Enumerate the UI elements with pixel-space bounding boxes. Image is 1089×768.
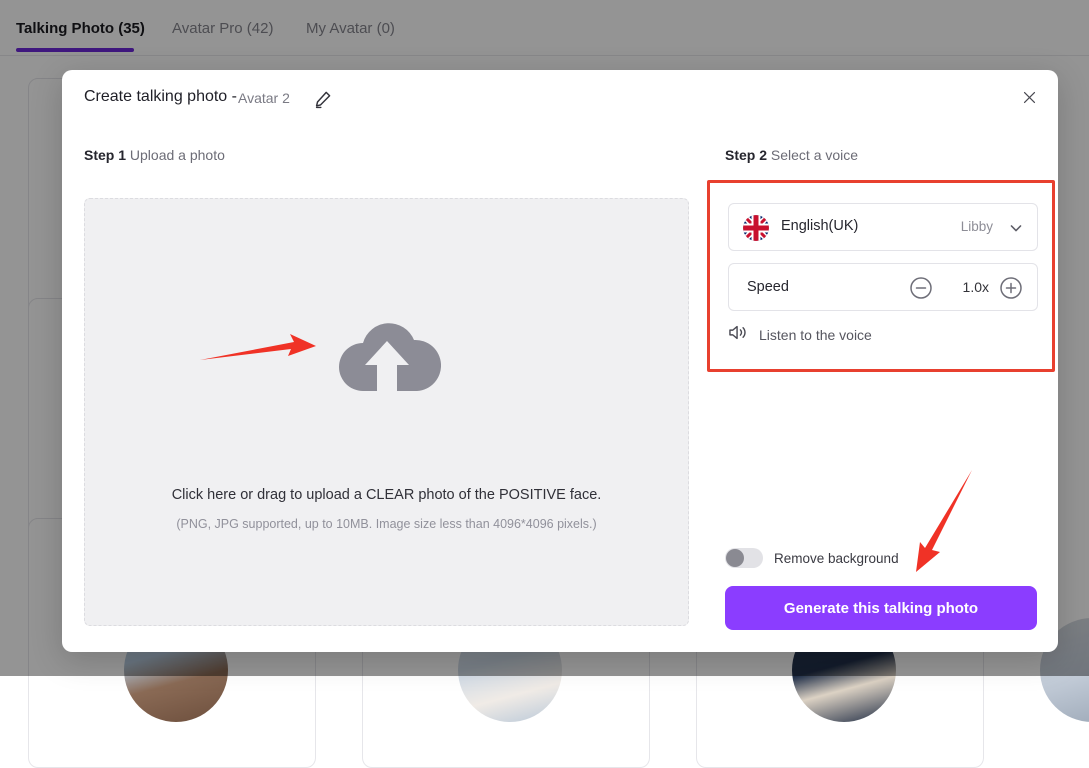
step-2-label: Step 2 Select a voice	[725, 147, 858, 163]
cloud-upload-icon	[333, 319, 441, 395]
speaker-icon	[728, 323, 749, 347]
upload-constraints-text: (PNG, JPG supported, up to 10MB. Image s…	[85, 517, 688, 531]
remove-background-label: Remove background	[774, 551, 899, 566]
plus-circle-icon[interactable]	[999, 276, 1023, 300]
step-1-text: Upload a photo	[126, 147, 225, 163]
dialog-title: Create talking photo -	[84, 88, 237, 106]
remove-background-row: Remove background	[725, 548, 899, 568]
step-2-text: Select a voice	[767, 147, 858, 163]
uk-flag-icon	[743, 215, 769, 241]
remove-background-toggle[interactable]	[725, 548, 763, 568]
voice-language-selector[interactable]: English(UK) Libby	[728, 203, 1038, 251]
step-2-number: Step 2	[725, 147, 767, 163]
speed-label: Speed	[747, 279, 789, 295]
pencil-icon[interactable]	[312, 88, 334, 110]
step-1-label: Step 1 Upload a photo	[84, 147, 225, 163]
listen-to-voice-button[interactable]: Listen to the voice	[728, 323, 872, 347]
chevron-down-icon[interactable]	[1009, 221, 1023, 235]
listen-to-voice-label: Listen to the voice	[759, 327, 872, 343]
upload-instruction-text: Click here or drag to upload a CLEAR pho…	[85, 487, 688, 503]
create-talking-photo-dialog: Create talking photo - Avatar 2 Step 1 U…	[62, 70, 1058, 652]
voice-language-label: English(UK)	[781, 218, 858, 234]
close-icon[interactable]	[1016, 84, 1042, 110]
minus-circle-icon[interactable]	[909, 276, 933, 300]
voice-name-label: Libby	[961, 219, 993, 234]
photo-upload-dropzone[interactable]: Click here or drag to upload a CLEAR pho…	[84, 198, 689, 626]
toggle-knob	[726, 549, 744, 567]
avatar-name-label: Avatar 2	[238, 90, 290, 106]
voice-settings-panel: English(UK) Libby Speed 1.0x	[707, 180, 1055, 372]
generate-talking-photo-button[interactable]: Generate this talking photo	[725, 586, 1037, 630]
step-1-number: Step 1	[84, 147, 126, 163]
voice-speed-control: Speed 1.0x	[728, 263, 1038, 311]
speed-value: 1.0x	[963, 279, 989, 295]
